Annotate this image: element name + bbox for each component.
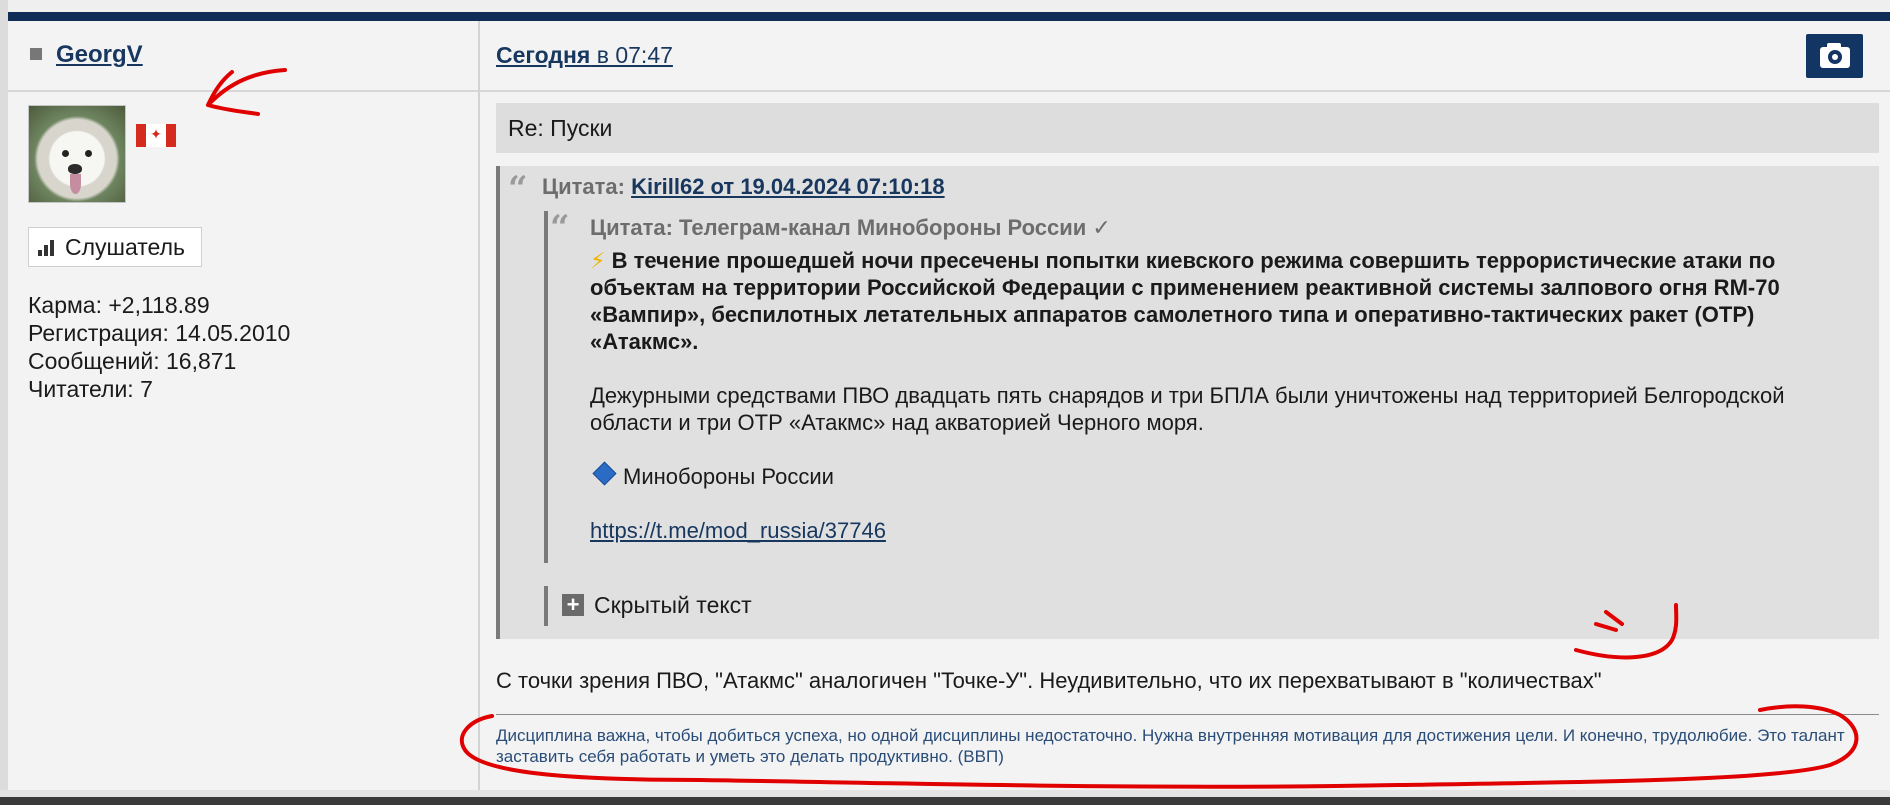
lightning-icon: ⚡ [590, 248, 606, 273]
quote-block: “ Цитата: Kirill62 от 19.04.2024 07:10:1… [496, 166, 1879, 639]
quote-header: Цитата: Kirill62 от 19.04.2024 07:10:18 [542, 174, 945, 200]
rank-label: Слушатель [65, 234, 185, 260]
quote-paragraph: Дежурными средствами ПВО двадцать пять с… [590, 383, 1785, 435]
post-content: Сегодня в 07:47 Re: Пуски “ Цитата: Kiri… [480, 21, 1890, 790]
avatar-eye [62, 150, 69, 157]
quote-bold-text: В течение прошедшей ночи пресечены попыт… [590, 248, 1780, 354]
quote-source: Минобороны России [623, 464, 834, 489]
spoiler-toggle[interactable]: + Скрытый текст [544, 586, 944, 626]
registration-stat: Регистрация: 14.05.2010 [28, 320, 291, 346]
quote-icon: “ [550, 208, 570, 248]
readers-stat: Читатели: 7 [28, 376, 153, 402]
spoiler-label[interactable]: Скрытый текст [594, 592, 752, 619]
post-author-sidebar: GeorgV ✦ Слушатель Карма: +2,118.89 Реги… [8, 21, 480, 790]
quote-label: Цитата: [542, 174, 632, 199]
avatar[interactable] [28, 105, 126, 203]
quote-link-line: https://t.me/mod_russia/37746 [590, 517, 1820, 544]
post-subject: Re: Пуски [496, 103, 1879, 153]
bottom-bar [0, 790, 1890, 805]
karma-stat: Карма: +2,118.89 [28, 292, 210, 318]
top-strip [0, 0, 1890, 12]
offline-status-icon [30, 48, 42, 60]
telegram-link[interactable]: https://t.me/mod_russia/37746 [590, 518, 886, 543]
maple-leaf-icon: ✦ [150, 126, 162, 142]
canada-flag-icon: ✦ [136, 124, 176, 147]
rank-badge[interactable]: Слушатель [28, 227, 202, 267]
username-link[interactable]: GeorgV [56, 41, 143, 69]
nested-quote-block: “ Цитата: Телеграм-канал Минобороны Росс… [544, 211, 1874, 563]
blue-diamond-icon [592, 461, 617, 486]
nested-quote-header: Цитата: Телеграм-канал Минобороны России… [590, 215, 1111, 240]
post-date-time: в 07:47 [590, 42, 673, 68]
post-date-link[interactable]: Сегодня в 07:47 [496, 42, 673, 69]
author-header: GeorgV [8, 21, 478, 92]
header-bar [0, 12, 1890, 21]
avatar-eye [85, 150, 92, 157]
user-stats: Карма: +2,118.89 Регистрация: 14.05.2010… [28, 291, 290, 403]
screenshot-button[interactable] [1806, 34, 1863, 78]
signature-divider [496, 714, 1879, 715]
post-header: Сегодня в 07:47 [480, 21, 1890, 92]
quote-author-link[interactable]: Kirill62 от 19.04.2024 07:10:18 [631, 174, 945, 199]
post-date-day: Сегодня [496, 42, 591, 68]
page-edge [0, 0, 8, 805]
quote-bold-paragraph: ⚡ В течение прошедшей ночи пресечены поп… [590, 247, 1820, 355]
avatar-tongue [70, 174, 81, 194]
signal-bars-icon [38, 240, 58, 256]
user-signature: Дисциплина важна, чтобы добиться успеха,… [496, 726, 1845, 766]
messages-stat: Сообщений: 16,871 [28, 348, 237, 374]
nested-quote-body: ⚡ В течение прошедшей ночи пресечены поп… [590, 247, 1820, 571]
post-text: С точки зрения ПВО, "Атакмс" аналогичен … [496, 668, 1602, 693]
plus-icon[interactable]: + [562, 594, 584, 616]
quote-icon: “ [508, 169, 528, 209]
avatar-nose [68, 164, 82, 174]
quote-source-line: Минобороны России [590, 461, 1820, 490]
